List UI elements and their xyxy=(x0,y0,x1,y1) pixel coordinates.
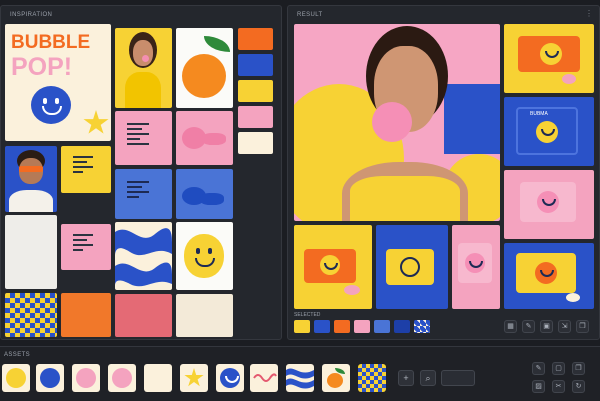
palette-swatch-cream[interactable] xyxy=(238,132,273,154)
grid-view-icon[interactable]: ▦ xyxy=(504,320,517,333)
selected-thumb[interactable] xyxy=(354,320,370,333)
product-pink-box[interactable] xyxy=(504,170,594,239)
palette-swatch-blue[interactable] xyxy=(238,54,273,76)
wave-pattern-icon xyxy=(115,228,172,287)
asset-blue-dot[interactable] xyxy=(36,364,64,392)
selected-thumb[interactable] xyxy=(314,320,330,333)
palette-swatch-orange[interactable] xyxy=(238,28,273,50)
assets-bar: ASSETS + ⌕ ✎ ▢ ❐ ▨ ✂ ↻ xyxy=(0,346,600,401)
asset-search-input[interactable] xyxy=(441,370,475,386)
result-title: RESULT xyxy=(297,12,323,18)
white-paper-texture[interactable] xyxy=(5,215,57,289)
pink-text-card[interactable] xyxy=(115,111,172,165)
selected-thumb[interactable] xyxy=(394,320,410,333)
product-bottom-blue[interactable] xyxy=(376,225,448,309)
box-brand-label: BUBMA xyxy=(530,111,548,117)
asset-pink-dot-2[interactable] xyxy=(108,364,136,392)
blue-checker-pattern[interactable] xyxy=(5,293,57,337)
inspiration-title: INSPIRATION xyxy=(10,12,53,18)
add-asset-button[interactable]: + xyxy=(398,370,414,386)
asset-yellow-dot[interactable] xyxy=(2,364,30,392)
selected-thumbnails xyxy=(294,320,434,334)
palette-swatch-yellow[interactable] xyxy=(238,80,273,102)
asset-pink-dot[interactable] xyxy=(72,364,100,392)
orange-paper-texture[interactable] xyxy=(61,293,111,337)
product-blue-box[interactable]: BUBMA xyxy=(504,97,594,166)
selected-thumb[interactable] xyxy=(294,320,310,333)
palette-swatch-pink[interactable] xyxy=(238,106,273,128)
cream-paper-texture[interactable] xyxy=(176,294,233,337)
selected-thumb[interactable] xyxy=(334,320,350,333)
tool-cut-icon[interactable]: ✂ xyxy=(552,380,565,393)
product-orange-box[interactable] xyxy=(504,24,594,93)
asset-cream-swatch[interactable] xyxy=(144,364,172,392)
search-asset-button[interactable]: ⌕ xyxy=(420,370,436,386)
result-panel: RESULT ⋮ BUBMA SELECTED ▦ ✎ ▣ ⇲ ❒ xyxy=(287,5,600,340)
asset-sun-icon[interactable] xyxy=(180,364,208,392)
tool-rotate-icon[interactable]: ↻ xyxy=(572,380,585,393)
asset-blue-smiley-icon[interactable] xyxy=(216,364,244,392)
selected-label: SELECTED xyxy=(294,312,321,318)
red-paper-texture[interactable] xyxy=(115,294,172,337)
tool-copy-icon[interactable]: ❐ xyxy=(572,362,585,375)
tool-frame-icon[interactable]: ▢ xyxy=(552,362,565,375)
girl-bubble-photo[interactable] xyxy=(115,28,172,108)
brush-icon[interactable]: ✎ xyxy=(522,320,535,333)
selected-thumb[interactable] xyxy=(414,320,430,333)
poster-title-line1: BUBBLE xyxy=(11,32,91,53)
pink-bubble xyxy=(372,102,412,142)
yellow-smiley-icon xyxy=(184,234,224,278)
product-yellow-box[interactable] xyxy=(504,243,594,309)
product-bottom-orange[interactable] xyxy=(294,225,372,309)
layers-icon[interactable]: ❒ xyxy=(576,320,589,333)
yellow-smiley-card[interactable] xyxy=(176,222,233,290)
man-sunglasses-photo[interactable] xyxy=(5,146,57,212)
star-burst-icon xyxy=(83,110,109,134)
asset-squiggle-icon[interactable] xyxy=(250,364,278,392)
pink-balloon-photo[interactable] xyxy=(176,111,233,165)
asset-checker-icon[interactable] xyxy=(358,364,386,392)
assets-title: ASSETS xyxy=(4,352,31,358)
inspiration-panel: INSPIRATION BUBBLE POP! xyxy=(0,5,282,340)
product-bottom-pink[interactable] xyxy=(452,225,500,309)
blue-text-card[interactable] xyxy=(115,169,172,219)
asset-wave-icon[interactable] xyxy=(286,364,314,392)
tool-edit-icon[interactable]: ✎ xyxy=(532,362,545,375)
poster-title-line2: POP! xyxy=(11,53,73,81)
export-icon[interactable]: ⇲ xyxy=(558,320,571,333)
selected-thumb[interactable] xyxy=(374,320,390,333)
crop-icon[interactable]: ▣ xyxy=(540,320,553,333)
asset-orange-icon[interactable] xyxy=(322,364,350,392)
more-options-icon[interactable]: ⋮ xyxy=(585,9,593,18)
pink-note-card[interactable] xyxy=(61,224,111,270)
blue-smiley-icon xyxy=(31,86,71,124)
yellow-note-card[interactable] xyxy=(61,146,111,193)
bubble-pop-poster[interactable]: BUBBLE POP! xyxy=(5,24,111,141)
blue-balloon-photo[interactable] xyxy=(176,169,233,219)
blue-wave-pattern[interactable] xyxy=(115,222,172,290)
orange-photo[interactable] xyxy=(176,28,233,108)
hero-bubble-photo[interactable] xyxy=(294,24,500,221)
tool-image-icon[interactable]: ▨ xyxy=(532,380,545,393)
